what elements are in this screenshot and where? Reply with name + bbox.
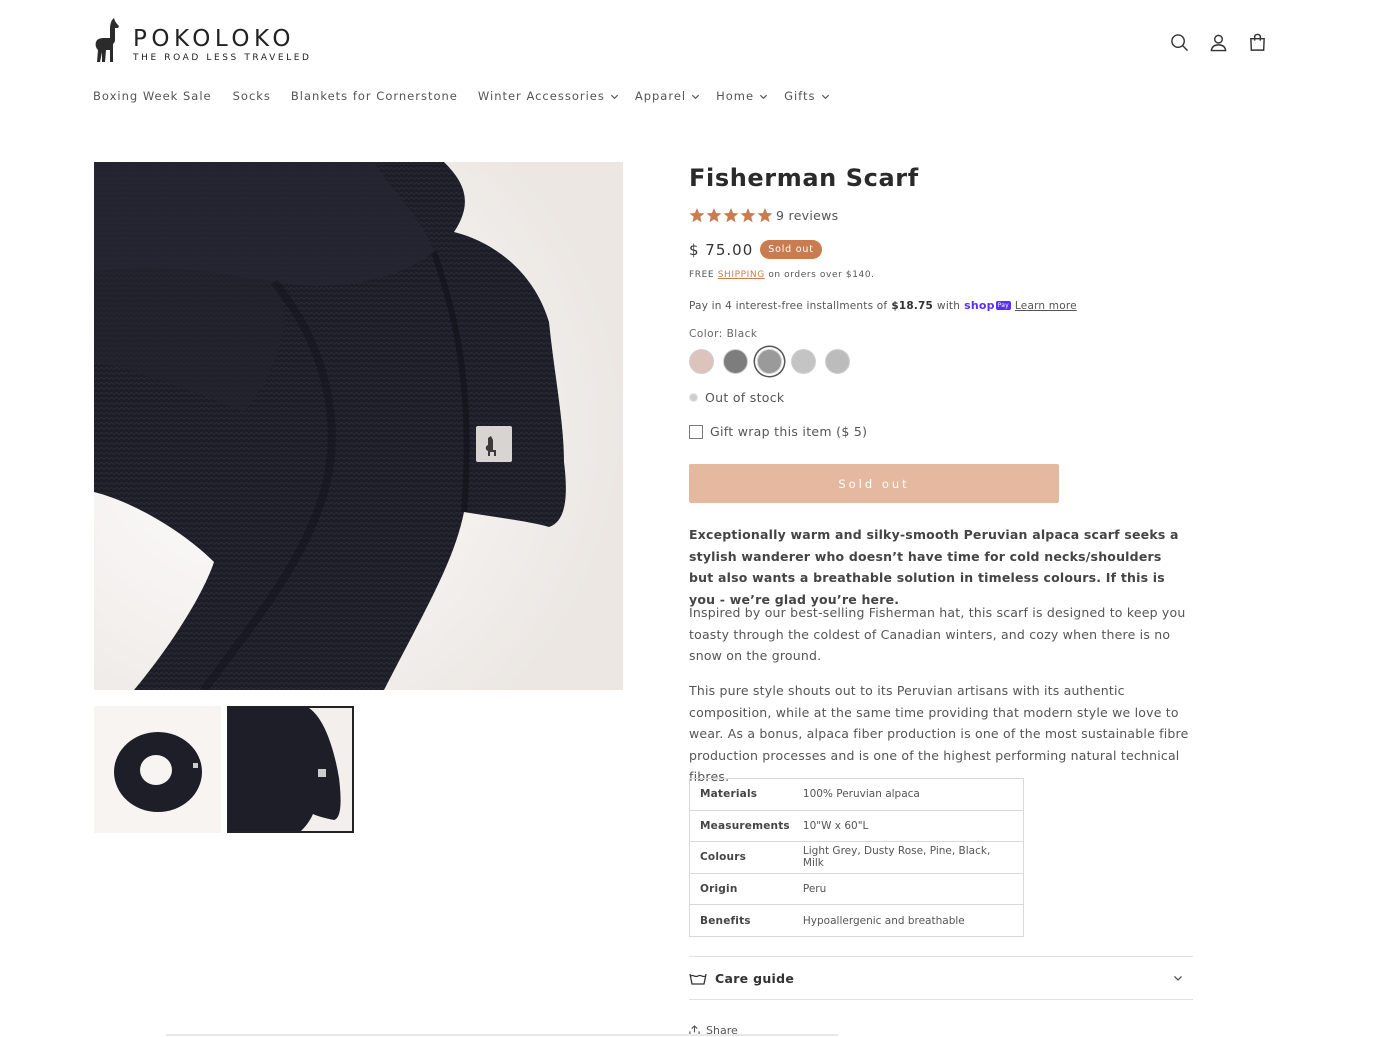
chevron-down-icon (821, 94, 829, 99)
account-icon[interactable] (1207, 31, 1229, 53)
shipping-link[interactable]: SHIPPING (718, 270, 765, 280)
scarf-image (94, 162, 623, 690)
installments-with: with (937, 299, 961, 312)
star-icon (706, 208, 722, 223)
nav-item-apparel[interactable]: Apparel (635, 89, 700, 103)
product-rating[interactable]: 9 reviews (689, 208, 838, 223)
nav-label: Gifts (784, 89, 816, 103)
product-thumbnail-2[interactable] (227, 706, 354, 833)
spec-value: 100% Peruvian alpaca (799, 778, 1024, 811)
spec-value: 10"W x 60"L (799, 809, 1024, 843)
stock-status-text: Out of stock (705, 390, 785, 405)
swatch-black[interactable] (757, 349, 782, 374)
nav-label: Home (716, 89, 755, 103)
price-row: $ 75.00 Sold out (689, 240, 822, 259)
installment-amount: $18.75 (891, 299, 934, 312)
brand-tagline: THE ROAD LESS TRAVELED (133, 53, 312, 63)
installments-text: Pay in 4 interest-free installments of (689, 299, 888, 312)
llama-logo-icon (95, 18, 119, 62)
shop-pay-text: shop (964, 299, 995, 312)
color-label: Color: Black (689, 328, 758, 340)
star-icon (723, 208, 739, 223)
gift-wrap-label: Gift wrap this item ($ 5) (710, 424, 868, 439)
wash-basin-icon (689, 973, 707, 985)
spec-value: Light Grey, Dusty Rose, Pine, Black, Mil… (799, 841, 1024, 874)
main-nav: Boxing Week Sale Socks Blankets for Corn… (93, 89, 830, 103)
spec-key: Benefits (688, 904, 800, 937)
chevron-down-icon (610, 94, 618, 99)
product-main-image[interactable] (94, 162, 623, 690)
brand-logo[interactable]: POKOLOKO THE ROAD LESS TRAVELED (93, 18, 312, 64)
table-row: Colours Light Grey, Dusty Rose, Pine, Bl… (688, 841, 1024, 874)
spec-key: Measurements (688, 809, 800, 843)
stock-indicator-dot (689, 393, 698, 402)
shipping-note: FREE SHIPPING on orders over $140. (689, 270, 875, 280)
color-swatches (689, 349, 850, 374)
shop-pay-logo: shop Pay (964, 299, 1011, 312)
nav-item-blankets[interactable]: Blankets for Cornerstone (291, 89, 458, 103)
nav-item-home[interactable]: Home (716, 89, 768, 103)
nav-label: Apparel (634, 89, 687, 103)
product-price: $ 75.00 (689, 240, 754, 259)
table-row: Origin Peru (688, 872, 1024, 906)
swatch-dusty-rose[interactable] (689, 349, 714, 374)
swatch-milk[interactable] (825, 349, 850, 374)
spec-table: Materials 100% Peruvian alpaca Measureme… (688, 778, 1024, 937)
search-icon[interactable] (1168, 31, 1190, 53)
scarf-loop-thumbnail (94, 706, 221, 833)
sold-out-badge: Sold out (760, 240, 822, 259)
chevron-down-icon (760, 94, 768, 99)
star-icon (689, 208, 705, 223)
stock-status: Out of stock (689, 390, 784, 405)
scarf-closeup-thumbnail (229, 708, 352, 831)
spec-key: Origin (688, 872, 800, 906)
table-row: Benefits Hypoallergenic and breathable (688, 904, 1024, 937)
learn-more-link[interactable]: Learn more (1015, 300, 1077, 312)
bottom-divider (166, 1034, 838, 1036)
brand-name: POKOLOKO (133, 26, 295, 52)
gift-wrap-option[interactable]: Gift wrap this item ($ 5) (689, 424, 867, 439)
shop-pay-box: Pay (995, 301, 1011, 310)
care-guide-accordion[interactable]: Care guide (689, 956, 1193, 1000)
site-header: POKOLOKO THE ROAD LESS TRAVELED Boxing W… (0, 0, 1400, 130)
swatch-light-grey[interactable] (791, 349, 816, 374)
product-thumbnail-1[interactable] (94, 706, 221, 833)
star-icon (757, 208, 773, 223)
nav-item-gifts[interactable]: Gifts (784, 89, 829, 103)
spec-key: Materials (688, 778, 800, 811)
installments-note: Pay in 4 interest-free installments of $… (689, 299, 1077, 312)
nav-item-boxing-week-sale[interactable]: Boxing Week Sale (93, 89, 212, 103)
spec-value: Peru (799, 872, 1024, 906)
care-guide-label: Care guide (715, 970, 795, 986)
description-intro: Exceptionally warm and silky-smooth Peru… (689, 527, 1179, 607)
swatch-pine[interactable] (723, 349, 748, 374)
description-paragraph-1: Inspired by our best-selling Fisherman h… (689, 605, 1186, 663)
spec-value: Hypoallergenic and breathable (799, 904, 1024, 937)
shipping-suffix: on orders over $140. (768, 270, 875, 280)
nav-label: Blankets for Cornerstone (290, 89, 458, 103)
shipping-prefix: FREE (689, 270, 715, 280)
star-icon (740, 208, 756, 223)
product-title: Fisherman Scarf (689, 164, 919, 192)
table-row: Materials 100% Peruvian alpaca (688, 778, 1024, 811)
spec-key: Colours (688, 841, 800, 874)
gift-wrap-checkbox[interactable] (689, 424, 703, 439)
description-paragraph-2: This pure style shouts out to its Peruvi… (689, 683, 1189, 784)
nav-label: Winter Accessories (477, 89, 605, 103)
table-row: Measurements 10"W x 60"L (688, 809, 1024, 843)
nav-label: Socks (232, 89, 271, 103)
chevron-down-icon (692, 94, 700, 99)
reviews-count: 9 reviews (776, 208, 839, 223)
rating-stars (689, 208, 773, 223)
nav-item-socks[interactable]: Socks (233, 89, 271, 103)
sold-out-button[interactable]: Sold out (689, 464, 1059, 503)
cart-icon[interactable] (1246, 31, 1268, 53)
nav-item-winter-accessories[interactable]: Winter Accessories (478, 89, 619, 103)
nav-label: Boxing Week Sale (93, 89, 212, 103)
chevron-down-icon (1174, 976, 1182, 981)
